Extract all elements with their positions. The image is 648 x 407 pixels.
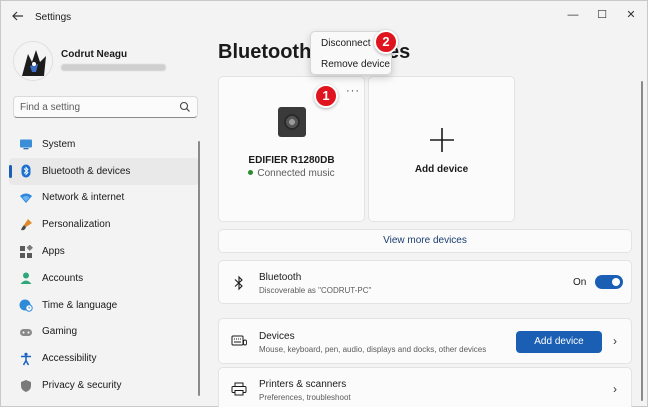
chevron-right-icon: › [613,334,617,348]
sidebar-item-label: System [42,138,76,150]
sidebar-item-accounts[interactable]: Accounts [9,265,199,292]
devices-row-subtitle: Mouse, keyboard, pen, audio, displays an… [259,345,487,354]
add-device-card-label: Add device [414,164,469,175]
connected-dot-icon [248,169,254,175]
sidebar-item-personalization[interactable]: Personalization [9,211,199,238]
sidebar-item-privacy-security[interactable]: Privacy & security [9,372,199,399]
add-device-button[interactable]: Add device [516,331,602,353]
plus-icon [429,127,455,153]
search-box[interactable] [13,96,198,118]
printers-scanners-row[interactable]: Printers & scanners Preferences, trouble… [218,367,632,407]
accessibility-icon [19,352,33,366]
sidebar-item-label: Accessibility [42,353,97,365]
profile-name: Codrut Neagu [61,49,128,60]
add-device-card[interactable]: Add device [368,76,515,222]
app-title: Settings [35,12,72,23]
sidebar-item-time-language[interactable]: Time & language [9,292,199,319]
view-more-devices-button[interactable]: View more devices [218,229,632,253]
bluetooth-row-subtitle: Discoverable as "CODRUT-PC" [259,286,372,295]
keyboard-mouse-icon [231,334,247,348]
sidebar-item-label: Gaming [42,326,78,338]
sidebar-item-gaming[interactable]: Gaming [9,319,199,346]
device-name: EDIFIER R1280DB [248,155,335,166]
globe-clock-icon [19,298,33,312]
search-icon [179,101,191,113]
sidebar-item-bluetooth-devices[interactable]: Bluetooth & devices [9,157,199,185]
sidebar-item-label: Personalization [42,219,111,231]
bluetooth-toggle-label: On [573,277,587,288]
shield-icon [19,379,33,393]
callout-badge-1: 1 [314,84,338,108]
settings-window: Settings — ☐ ✕ Codrut Neagu System [0,0,648,407]
callout-badge-2: 2 [374,30,398,54]
sidebar-item-label: Apps [42,246,65,258]
sidebar-item-label: Network & internet [42,192,125,204]
sidebar-item-network-internet[interactable]: Network & internet [9,185,199,212]
wifi-icon [19,191,33,205]
maximize-button[interactable]: ☐ [588,5,616,25]
bluetooth-row-title: Bluetooth [259,272,302,283]
avatar[interactable] [13,41,53,81]
sidebar-item-accessibility[interactable]: Accessibility [9,345,199,372]
title-bar: Settings — ☐ ✕ [1,1,647,33]
avatar-picture-icon [14,42,52,80]
sidebar-nav: System Bluetooth & devices Network & int… [9,131,199,399]
bluetooth-icon [232,275,246,291]
apps-icon [19,244,33,259]
back-arrow-icon[interactable] [11,9,27,25]
gamepad-icon [19,325,33,339]
profile-email-redacted [61,64,166,71]
sidebar-scrollbar[interactable] [198,141,200,396]
sidebar-item-label: Accounts [42,272,84,284]
devices-setting-row[interactable]: Devices Mouse, keyboard, pen, audio, dis… [218,318,632,364]
bluetooth-icon [19,164,33,178]
sidebar-item-system[interactable]: System [9,131,199,158]
bluetooth-setting-row: Bluetooth Discoverable as "CODRUT-PC" On [218,260,632,304]
monitor-icon [19,137,33,151]
printer-icon [231,382,247,396]
sidebar-item-apps[interactable]: Apps [9,238,199,265]
devices-row-title: Devices [259,331,295,342]
device-status-text: Connected music [257,168,335,179]
device-card[interactable]: ··· EDIFIER R1280DB Connected music [218,76,365,222]
sidebar-item-label: Time & language [42,299,118,311]
printers-row-title: Printers & scanners [259,379,347,390]
bluetooth-toggle[interactable] [595,275,623,289]
sidebar-item-label: Privacy & security [42,380,122,392]
printers-row-subtitle: Preferences, troubleshoot [259,393,351,402]
speaker-icon [278,107,306,137]
chevron-right-icon: › [613,382,617,396]
device-status: Connected music [219,168,364,179]
person-icon [19,271,33,285]
more-options-button[interactable]: ··· [346,85,360,97]
main-scrollbar[interactable] [641,81,643,401]
menu-item-disconnect[interactable]: Disconnect [321,38,370,49]
paintbrush-icon [19,218,33,232]
menu-item-remove-device[interactable]: Remove device [321,59,390,70]
minimize-button[interactable]: — [559,5,587,25]
sidebar-item-label: Bluetooth & devices [42,165,131,177]
search-input[interactable] [20,100,170,114]
close-button[interactable]: ✕ [617,5,645,25]
